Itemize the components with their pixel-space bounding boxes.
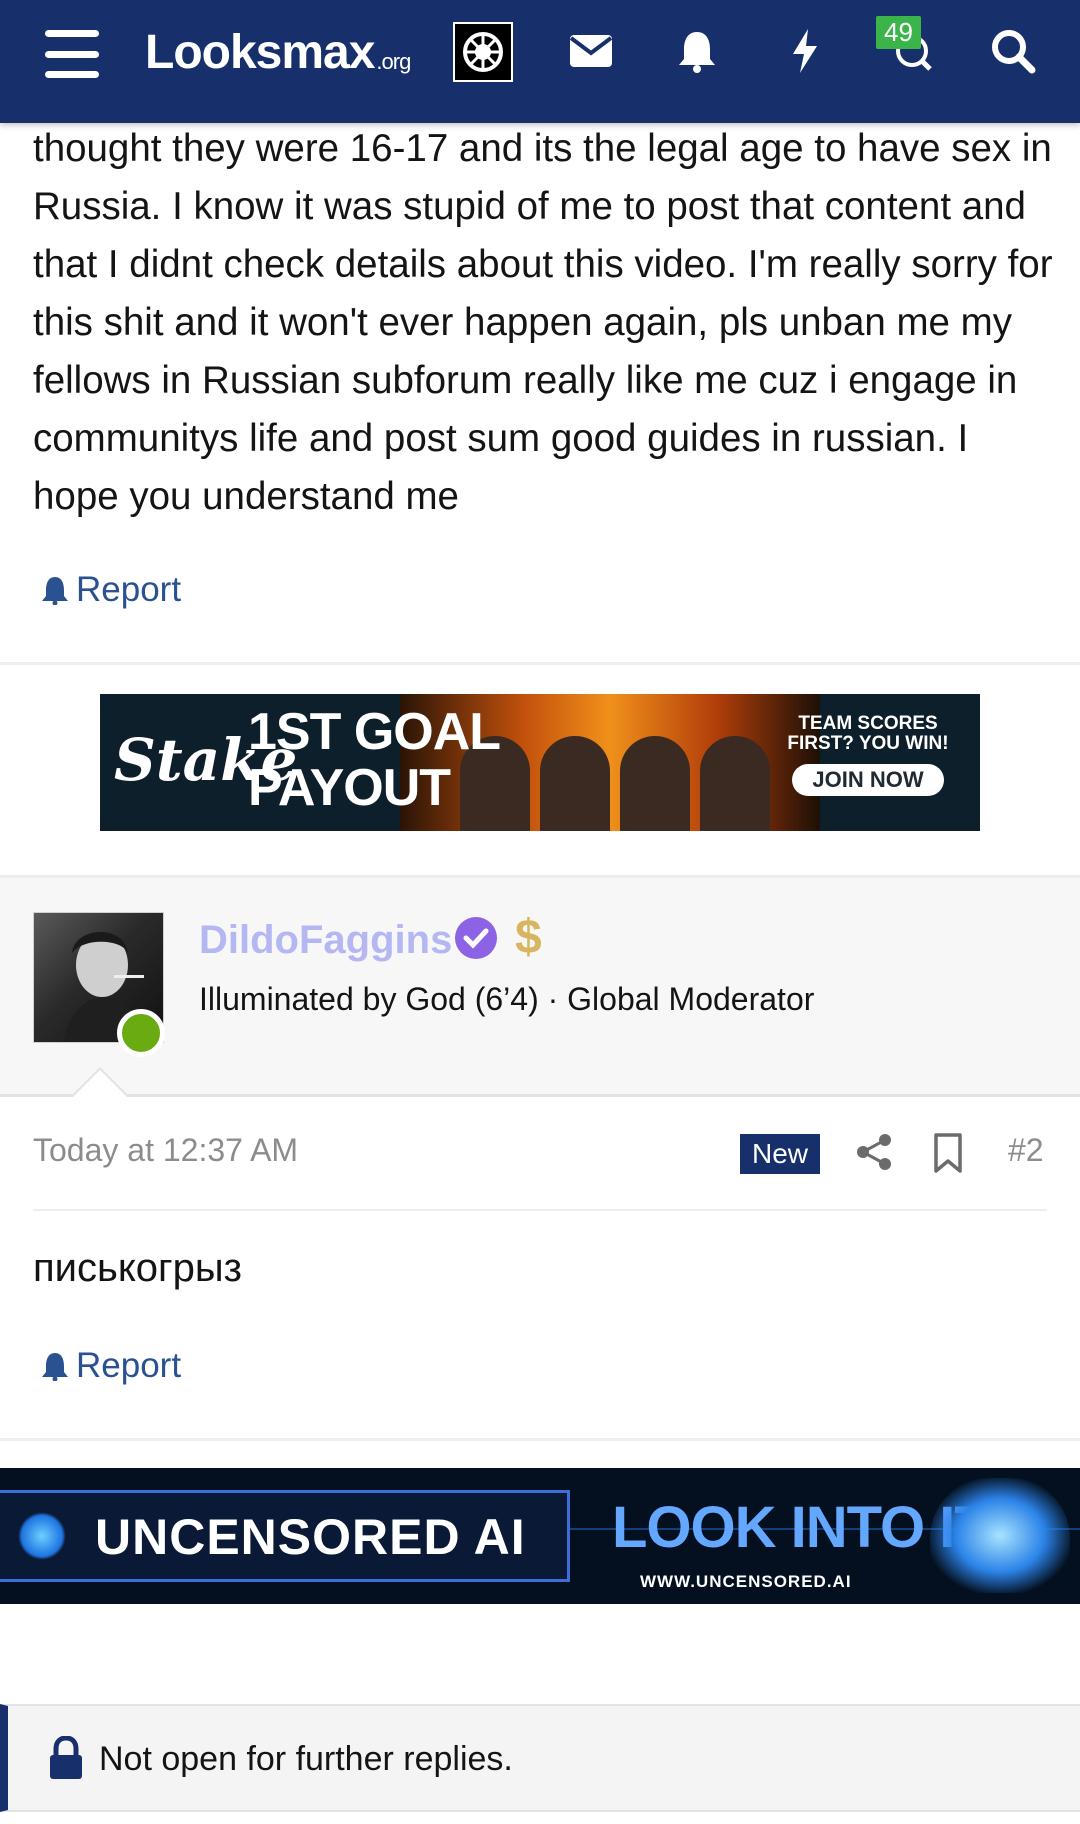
post-divider xyxy=(0,1438,1080,1441)
ad-player-image xyxy=(540,736,610,831)
post-divider xyxy=(0,662,1080,665)
lock-icon xyxy=(46,1735,86,1780)
username[interactable]: DildoFaggins xyxy=(199,918,452,963)
account-avatar[interactable] xyxy=(453,22,513,82)
logo-suffix: .org xyxy=(376,49,411,74)
dollar-icon: $ xyxy=(515,911,542,964)
ad-headline-line1: 1ST GOAL xyxy=(248,703,501,761)
unread-count-badge: 49 xyxy=(876,16,921,49)
post-message-text: писькогрыз xyxy=(33,1246,242,1290)
ad-headline-line2: PAYOUT xyxy=(248,759,451,817)
report-label: Report xyxy=(76,1346,182,1385)
post-date[interactable]: Today at 12:37 AM xyxy=(33,1132,298,1169)
stake-ad-banner[interactable]: Stake 1ST GOAL PAYOUT TEAM SCORES FIRST?… xyxy=(100,694,980,831)
notice-text: Not open for further replies. xyxy=(99,1740,513,1778)
post-message-text: thought they were 16-17 and its the lega… xyxy=(33,127,1053,518)
ad-headline: UNCENSORED AI xyxy=(95,1509,526,1565)
report-label: Report xyxy=(76,570,182,609)
ad-headline: 1ST GOAL PAYOUT xyxy=(248,703,501,817)
top-navigation-bar: Looksmax .org 49 xyxy=(0,0,1080,123)
verified-badge-icon xyxy=(453,915,499,961)
ad-url: WWW.UNCENSORED.AI xyxy=(640,1572,852,1591)
share-icon[interactable] xyxy=(854,1132,894,1172)
logo-main: Looksmax xyxy=(145,25,375,79)
menu-icon[interactable] xyxy=(40,24,104,84)
chip-icon xyxy=(18,1512,66,1560)
bookmark-icon[interactable] xyxy=(930,1132,966,1174)
online-status-indicator xyxy=(117,1009,165,1057)
ad-player-image xyxy=(620,736,690,831)
bell-icon xyxy=(42,1353,68,1381)
meta-divider xyxy=(33,1209,1047,1211)
report-link[interactable]: Report xyxy=(40,1346,181,1386)
report-link[interactable]: Report xyxy=(40,570,181,610)
site-logo[interactable]: Looksmax .org xyxy=(145,20,411,84)
new-badge: New xyxy=(740,1134,821,1174)
search-icon[interactable] xyxy=(988,26,1038,76)
author-pointer xyxy=(70,1067,130,1098)
ad-join-button[interactable]: JOIN NOW xyxy=(792,764,944,796)
lightning-icon[interactable] xyxy=(780,26,830,76)
bell-icon[interactable] xyxy=(672,26,722,76)
ad-tagline-box: TEAM SCORES FIRST? YOU WIN! JOIN NOW xyxy=(768,714,968,796)
envelope-icon[interactable] xyxy=(566,26,616,76)
post-author-block: DildoFaggins $ Illuminated by God (6’4) … xyxy=(0,875,1080,1097)
uncensored-ai-ad-banner[interactable]: UNCENSORED AI LOOK INTO IT WWW.UNCENSORE… xyxy=(0,1468,1080,1604)
user-title: Illuminated by God (6’4) · Global Modera… xyxy=(199,981,815,1017)
brain-icon xyxy=(930,1478,1070,1593)
thread-closed-notice: Not open for further replies. xyxy=(0,1704,1080,1812)
ad-player-image xyxy=(700,736,770,831)
bell-icon xyxy=(42,577,68,605)
avatar-emblem-icon xyxy=(463,32,503,72)
post-number[interactable]: #2 xyxy=(1008,1132,1044,1169)
ad-tagline: TEAM SCORES FIRST? YOU WIN! xyxy=(787,713,949,754)
